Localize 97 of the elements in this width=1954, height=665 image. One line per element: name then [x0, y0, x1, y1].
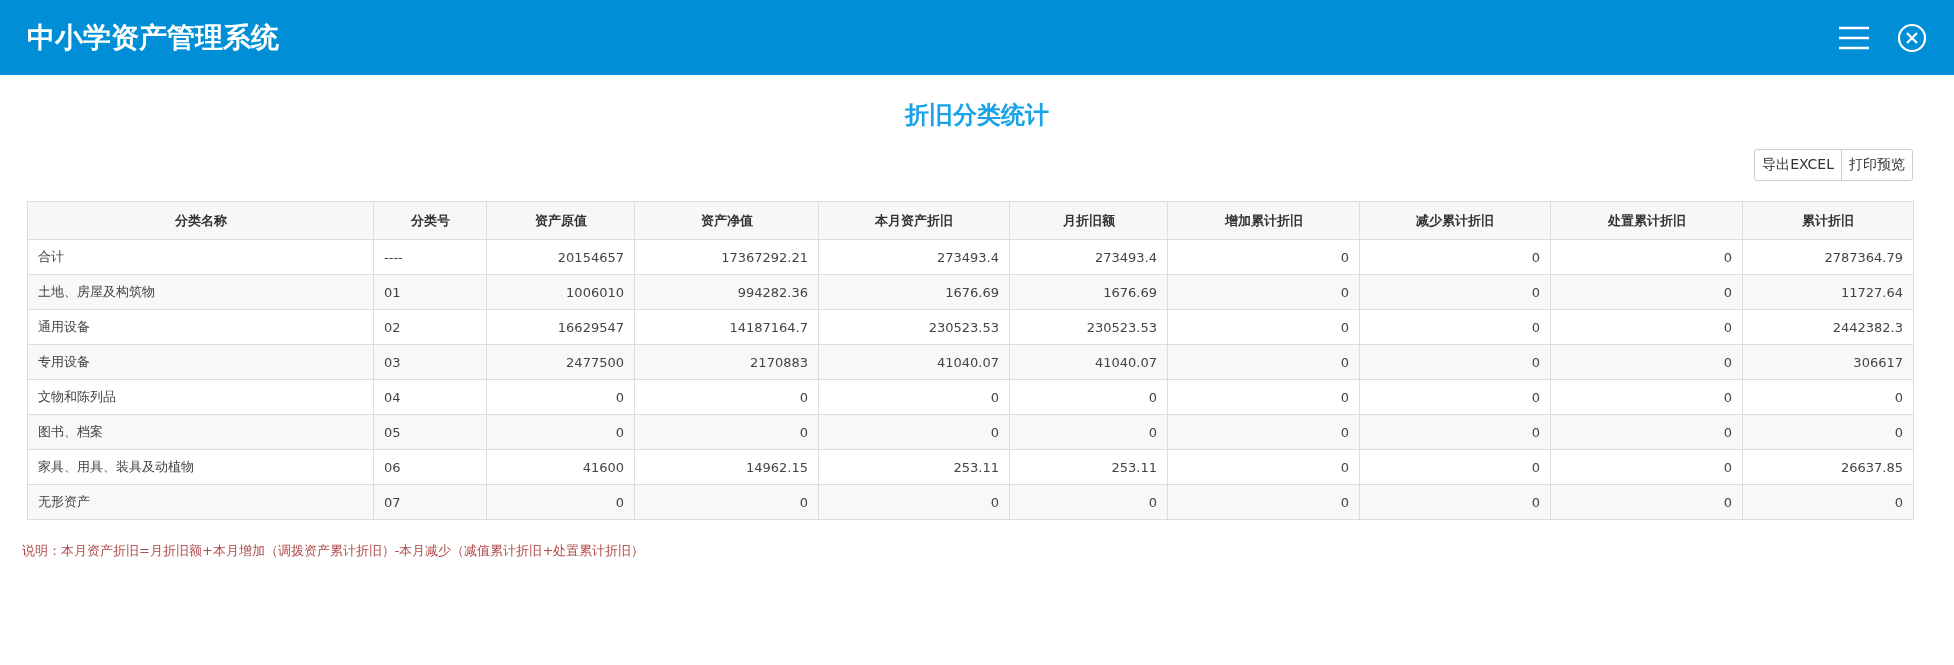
table-cell: 0	[1550, 484, 1743, 520]
table-cell: 0	[1359, 379, 1551, 415]
table-cell: 0	[1009, 484, 1168, 520]
table-cell: 1006010	[486, 274, 635, 310]
table-cell: 0	[1009, 414, 1168, 450]
column-header: 本月资产折旧	[818, 201, 1010, 240]
table-cell: 0	[1009, 379, 1168, 415]
table-cell: 合计	[27, 239, 374, 275]
table-cell: 11727.64	[1742, 274, 1914, 310]
table-cell: 306617	[1742, 344, 1914, 380]
table-cell: 0	[1550, 309, 1743, 345]
table-cell: 02	[373, 309, 487, 345]
table-cell: 2477500	[486, 344, 635, 380]
action-button[interactable]: 打印预览	[1841, 149, 1913, 181]
table-cell: 0	[1167, 414, 1360, 450]
table-cell: 土地、房屋及构筑物	[27, 274, 374, 310]
table-cell: 994282.36	[634, 274, 819, 310]
table-cell: 253.11	[818, 449, 1010, 485]
table-cell: 41040.07	[818, 344, 1010, 380]
column-header: 处置累计折旧	[1550, 201, 1743, 240]
column-header: 累计折旧	[1742, 201, 1914, 240]
table-cell: 0	[1550, 414, 1743, 450]
column-header: 增加累计折旧	[1167, 201, 1360, 240]
note-text: 说明：本月资产折旧=月折旧额+本月增加（调拨资产累计折旧）-本月减少（减值累计折旧+处置累计折旧）	[22, 542, 646, 560]
table-cell: 0	[1167, 309, 1360, 345]
table-cell: 26637.85	[1742, 449, 1914, 485]
table-cell: 0	[1359, 309, 1551, 345]
table-cell: 0	[634, 414, 819, 450]
table-cell: 0	[1359, 449, 1551, 485]
table-cell: 06	[373, 449, 487, 485]
table-cell: 03	[373, 344, 487, 380]
table-cell: 0	[634, 484, 819, 520]
table-cell: 0	[1167, 484, 1360, 520]
table-cell: 17367292.21	[634, 239, 819, 275]
table-cell: 0	[1167, 239, 1360, 275]
table-cell: 0	[486, 484, 635, 520]
table-cell: 0	[818, 379, 1010, 415]
table-cell: 273493.4	[818, 239, 1010, 275]
table-cell: 无形资产	[27, 484, 374, 520]
table-cell: 0	[1742, 379, 1914, 415]
table-cell: 253.11	[1009, 449, 1168, 485]
table-cell: 20154657	[486, 239, 635, 275]
table-cell: 0	[486, 414, 635, 450]
table-cell: 04	[373, 379, 487, 415]
report-title: 折旧分类统计	[903, 100, 1050, 131]
table-cell: 16629547	[486, 309, 635, 345]
table-cell: 1676.69	[818, 274, 1010, 310]
table-cell: 0	[818, 414, 1010, 450]
table-cell: 273493.4	[1009, 239, 1168, 275]
column-header: 月折旧额	[1009, 201, 1168, 240]
column-header: 资产净值	[634, 201, 819, 240]
table-cell: 07	[373, 484, 487, 520]
table-cell: 家具、用具、装具及动植物	[27, 449, 374, 485]
table-cell: 230523.53	[818, 309, 1010, 345]
table-cell: 0	[1167, 274, 1360, 310]
table-cell: 0	[1359, 484, 1551, 520]
table-cell: 0	[1742, 414, 1914, 450]
column-header: 分类号	[373, 201, 487, 240]
table-cell: 05	[373, 414, 487, 450]
table-cell: 通用设备	[27, 309, 374, 345]
table-cell: 0	[1359, 414, 1551, 450]
table-cell: 0	[1550, 379, 1743, 415]
table-cell: 2787364.79	[1742, 239, 1914, 275]
table-cell: 文物和陈列品	[27, 379, 374, 415]
table-cell: 0	[1550, 274, 1743, 310]
table-cell: 0	[1359, 274, 1551, 310]
table-cell: 0	[1167, 379, 1360, 415]
table-cell: 41600	[486, 449, 635, 485]
column-header: 减少累计折旧	[1359, 201, 1551, 240]
table-cell: ----	[373, 239, 487, 275]
column-header: 资产原值	[486, 201, 635, 240]
table-cell: 0	[1742, 484, 1914, 520]
table-cell: 0	[818, 484, 1010, 520]
table-cell: 0	[1359, 239, 1551, 275]
app-title: 中小学资产管理系统	[27, 19, 279, 56]
table-cell: 0	[1550, 449, 1743, 485]
close-icon[interactable]	[1897, 22, 1927, 53]
menu-icon[interactable]	[1839, 25, 1869, 50]
table-cell: 0	[1167, 344, 1360, 380]
table-cell: 1676.69	[1009, 274, 1168, 310]
column-header: 分类名称	[27, 201, 374, 240]
table-cell: 14962.15	[634, 449, 819, 485]
table-cell: 0	[1167, 449, 1360, 485]
table-cell: 01	[373, 274, 487, 310]
table-cell: 14187164.7	[634, 309, 819, 345]
table-cell: 2442382.3	[1742, 309, 1914, 345]
action-button[interactable]: 导出EXCEL	[1754, 149, 1842, 181]
table-cell: 230523.53	[1009, 309, 1168, 345]
table-cell: 图书、档案	[27, 414, 374, 450]
table-cell: 0	[1550, 239, 1743, 275]
table-cell: 0	[1550, 344, 1743, 380]
table-cell: 41040.07	[1009, 344, 1168, 380]
table-cell: 2170883	[634, 344, 819, 380]
table-cell: 0	[486, 379, 635, 415]
table-cell: 0	[1359, 344, 1551, 380]
table-cell: 0	[634, 379, 819, 415]
table-cell: 专用设备	[27, 344, 374, 380]
